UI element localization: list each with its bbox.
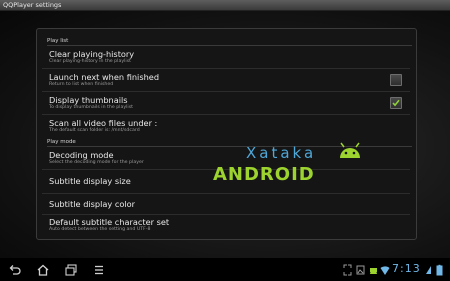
setting-title: Scan all video files under :: [49, 118, 158, 128]
screenshot-icon: [343, 264, 352, 276]
setting-title: Display thumbnails: [49, 95, 128, 105]
home-icon[interactable]: [36, 263, 50, 277]
image-notification-icon: [356, 265, 365, 275]
setting-title: Default subtitle character set: [49, 217, 170, 227]
setting-subtitle-color[interactable]: Subtitle display color: [49, 199, 404, 209]
setting-title: Subtitle display color: [49, 199, 136, 209]
back-icon[interactable]: [8, 263, 22, 277]
setting-scan-folder[interactable]: Scan all video files under : The default…: [49, 118, 404, 134]
setting-subtitle-charset[interactable]: Default subtitle character set Auto dete…: [49, 217, 404, 233]
setting-launch-next[interactable]: Launch next when finished Return to list…: [49, 72, 404, 88]
setting-title: Launch next when finished: [49, 72, 160, 82]
checkmark-icon: [392, 99, 400, 107]
setting-title: Clear playing-history: [49, 49, 135, 59]
window-titlebar: QQPlayer settings: [0, 0, 450, 11]
divider: [42, 91, 410, 92]
android-debug-icon: [370, 268, 377, 274]
divider: [42, 68, 410, 69]
display-thumbnails-checkbox[interactable]: [390, 97, 402, 109]
android-robot-icon: [340, 142, 360, 158]
wifi-signal-icon: [426, 266, 431, 274]
setting-subtitle: Clear playing-history in the playlist: [49, 59, 131, 64]
divider: [42, 193, 410, 194]
setting-subtitle: The default scan folder is: /mnt/sdcard: [49, 128, 140, 133]
setting-subtitle: To display thumbnails in the playlist: [49, 105, 134, 110]
setting-clear-history[interactable]: Clear playing-history Clear playing-hist…: [49, 49, 404, 65]
menu-icon[interactable]: [92, 263, 106, 277]
divider: [42, 214, 410, 215]
system-navbar: 7:13: [0, 258, 450, 281]
section-header-playlist: Play list: [47, 38, 412, 46]
setting-display-thumbnails[interactable]: Display thumbnails To display thumbnails…: [49, 95, 404, 111]
launch-next-checkbox[interactable]: [390, 74, 402, 86]
status-clock: 7:13: [392, 262, 421, 275]
wifi-icon: [380, 266, 390, 275]
watermark-top-text: Xataka: [246, 144, 317, 162]
divider: [42, 114, 410, 115]
setting-subtitle: Auto detect between the setting and UTF-…: [49, 227, 151, 232]
recent-apps-icon[interactable]: [64, 263, 78, 277]
xataka-android-watermark: Xataka ANDROID: [213, 140, 373, 190]
window-title: QQPlayer settings: [3, 1, 62, 9]
battery-icon: [436, 264, 443, 276]
watermark-bottom-text: ANDROID: [213, 164, 315, 185]
setting-subtitle: Return to list when finished: [49, 82, 114, 87]
settings-panel: Play list Clear playing-history Clear pl…: [36, 28, 417, 240]
